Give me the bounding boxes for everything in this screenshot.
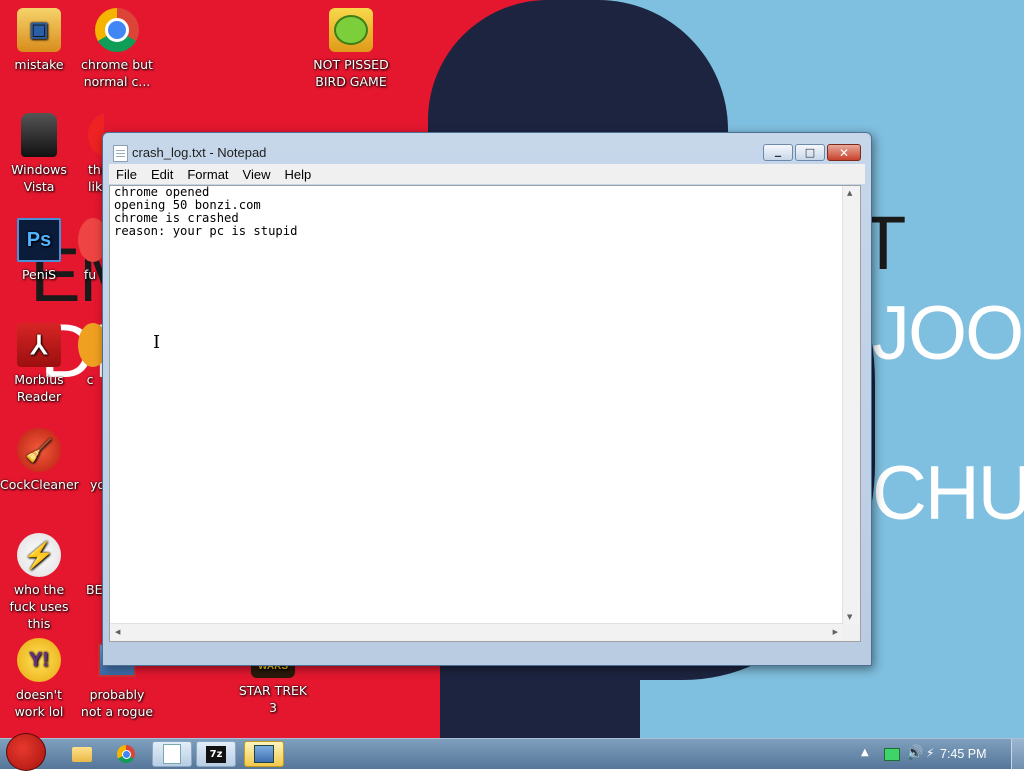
acrobat-icon: ⅄ (17, 323, 61, 367)
scroll-down-arrow-icon[interactable]: ▼ (847, 613, 852, 621)
scrollbar-corner (843, 624, 860, 641)
app-icon (254, 745, 274, 763)
taskbar: 7z ▲ 🔊 ⚡ 7:45 PM (0, 733, 1024, 771)
menu-bar: File Edit Format View Help (109, 164, 865, 184)
start-button[interactable] (2, 731, 48, 771)
taskbar-explorer[interactable] (62, 741, 102, 767)
ccleaner-icon: 🧹 (17, 428, 61, 472)
taskbar-app[interactable] (244, 741, 284, 767)
taskbar-7zip[interactable]: 7z (196, 741, 236, 767)
window-title: crash_log.txt - Notepad (132, 145, 267, 160)
desktop-icon-doesnt-work[interactable]: Y! doesn't work lol (0, 638, 78, 720)
text-editor-area[interactable]: chrome opened opening 50 bonzi.com chrom… (109, 185, 861, 642)
minimize-icon: ▁ (774, 148, 782, 157)
partial-app-icon (78, 428, 102, 472)
desktop-icon-partial-1[interactable]: thi like (78, 113, 104, 195)
notepad-icon (113, 145, 128, 162)
desktop-icon-partial-2[interactable]: fu (78, 218, 102, 283)
show-hidden-icons-icon[interactable]: ▲ (861, 747, 869, 758)
desktop-icon-chrome[interactable]: chrome but normal c... (78, 8, 156, 90)
taskbar-clock[interactable]: 7:45 PM (940, 747, 987, 761)
desktop-icon-partial-4[interactable]: yo (78, 428, 102, 493)
close-button[interactable]: ✕ (827, 144, 861, 161)
text-cursor-icon: I (153, 332, 161, 353)
bad-piggies-icon (329, 8, 373, 52)
desktop-icon-morbius-reader[interactable]: ⅄ Morbius Reader (0, 323, 78, 405)
minimize-button[interactable]: ▁ (763, 144, 793, 161)
angry-bird-start-icon (6, 733, 46, 771)
desktop-icon-bird-game[interactable]: NOT PISSED BIRD GAME (312, 8, 390, 90)
maximize-icon: □ (804, 146, 816, 159)
7zip-icon: 7z (206, 745, 226, 763)
menu-help[interactable]: Help (277, 167, 318, 182)
desktop-icon-cockcleaner[interactable]: 🧹 CockCleaner (0, 428, 79, 493)
taskbar-notepad[interactable] (152, 741, 192, 767)
menu-edit[interactable]: Edit (144, 167, 180, 182)
desktop-icon-who-uses-this[interactable]: ⚡ who the fuck uses this (0, 533, 78, 632)
volume-icon[interactable]: 🔊 (906, 745, 923, 761)
title-bar[interactable]: crash_log.txt - Notepad ▁ □ ✕ (103, 133, 871, 163)
network-icon[interactable] (884, 748, 900, 761)
chrome-icon (95, 8, 139, 52)
winamp-icon: ⚡ (17, 533, 61, 577)
trash-can-icon (21, 113, 57, 157)
notepad-icon (163, 744, 181, 764)
notepad-window[interactable]: crash_log.txt - Notepad ▁ □ ✕ File Edit … (102, 132, 872, 666)
desktop-icon-penis[interactable]: Ps PeniS (0, 218, 78, 283)
partial-app-icon (78, 323, 102, 367)
power-icon[interactable]: ⚡ (926, 746, 934, 760)
vertical-scrollbar[interactable]: ▲ ▼ (842, 186, 860, 624)
menu-file[interactable]: File (109, 167, 144, 182)
desktop-icon-partial-3[interactable]: c (78, 323, 102, 388)
folder-icon (72, 746, 92, 762)
close-icon: ✕ (838, 145, 850, 160)
desktop-icon-mistake[interactable]: ▣ mistake (0, 8, 78, 73)
wallpaper-text-chud: CHUD (872, 451, 1024, 536)
editor-content[interactable]: chrome opened opening 50 bonzi.com chrom… (114, 186, 297, 238)
desktop-icon-partial-5[interactable]: BE (78, 533, 102, 598)
desktop-icon-windows-vista[interactable]: Windows Vista (0, 113, 78, 195)
chrome-icon (117, 745, 135, 763)
scroll-left-arrow-icon[interactable]: ◀ (115, 628, 120, 636)
scroll-up-arrow-icon[interactable]: ▲ (847, 189, 852, 197)
partial-app-icon (78, 533, 102, 577)
installer-icon: ▣ (17, 8, 61, 52)
yahoo-messenger-icon: Y! (17, 638, 61, 682)
menu-view[interactable]: View (236, 167, 278, 182)
taskbar-chrome[interactable] (106, 741, 146, 767)
horizontal-scrollbar[interactable]: ◀ ▶ (110, 623, 843, 641)
photoshop-icon: Ps (17, 218, 61, 262)
show-desktop-button[interactable] (1011, 739, 1024, 769)
wallpaper-text-joo: JOO (872, 291, 1024, 376)
maximize-button[interactable]: □ (795, 144, 825, 161)
menu-format[interactable]: Format (180, 167, 235, 182)
scroll-right-arrow-icon[interactable]: ▶ (833, 628, 838, 636)
partial-app-icon (78, 218, 102, 262)
